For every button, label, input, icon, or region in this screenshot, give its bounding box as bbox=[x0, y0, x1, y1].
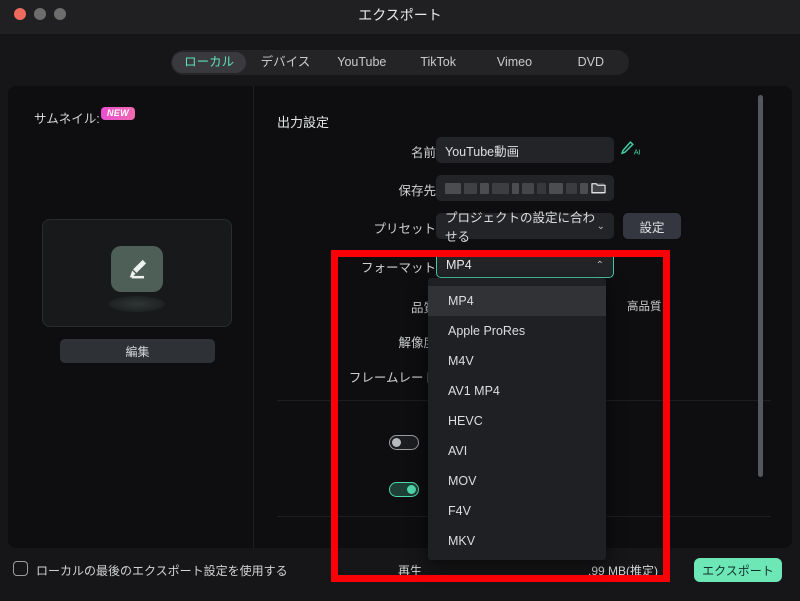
thumbnail-reflection bbox=[109, 296, 165, 312]
toggle-knob bbox=[407, 485, 416, 494]
preset-select[interactable]: プロジェクトの設定に合わせる ⌄ bbox=[436, 211, 614, 244]
tab-device[interactable]: デバイス bbox=[248, 52, 322, 73]
format-label: フォーマット bbox=[360, 261, 436, 275]
new-badge: NEW bbox=[101, 107, 135, 120]
dropdown-option-avi[interactable]: AVI bbox=[428, 436, 606, 466]
save-location-row: 保存先 bbox=[255, 175, 792, 203]
output-settings-title: 出力設定 bbox=[277, 115, 330, 130]
thumbnail-preview[interactable] bbox=[42, 219, 232, 327]
tab-bar: ローカル デバイス YouTube TikTok Vimeo DVD bbox=[171, 50, 629, 75]
thumbnail-label: サムネイル: bbox=[34, 112, 100, 126]
save-location-label: 保存先 bbox=[398, 184, 436, 198]
tab-local[interactable]: ローカル bbox=[172, 52, 247, 73]
dropdown-option-av1-mp4[interactable]: AV1 MP4 bbox=[428, 376, 606, 406]
pencil-icon bbox=[111, 246, 163, 292]
edit-thumbnail-button[interactable]: 編集 bbox=[60, 339, 215, 363]
window-title: エクスポート bbox=[358, 7, 442, 23]
framerate-label: フレームレート bbox=[348, 371, 436, 385]
dropdown-option-f4v[interactable]: F4V bbox=[428, 496, 606, 526]
preset-settings-button[interactable]: 設定 bbox=[623, 213, 681, 239]
dropdown-option-hevc[interactable]: HEVC bbox=[428, 406, 606, 436]
preset-row: プリセット プロジェクトの設定に合わせる ⌄ 設定 bbox=[255, 211, 792, 244]
quality-high-label: 高品質 bbox=[627, 301, 662, 313]
tab-youtube[interactable]: YouTube bbox=[325, 52, 399, 73]
title-bar: エクスポート bbox=[0, 0, 800, 34]
export-button[interactable]: エクスポート bbox=[694, 558, 782, 582]
use-last-export-settings-label: ローカルの最後のエクスポート設定を使用する bbox=[36, 564, 288, 578]
dropdown-option-mkv[interactable]: MKV bbox=[428, 526, 606, 556]
play-duration-label: 再生 bbox=[398, 564, 423, 578]
redacted-path bbox=[445, 182, 604, 194]
chevron-up-icon: ⌃ bbox=[595, 259, 604, 271]
chevron-down-icon: ⌄ bbox=[596, 220, 605, 232]
dropdown-option-mov[interactable]: MOV bbox=[428, 466, 606, 496]
estimated-size-label: .99 MB(推定) bbox=[588, 564, 659, 578]
dropdown-option-apple-prores[interactable]: Apple ProRes bbox=[428, 316, 606, 346]
tab-vimeo[interactable]: Vimeo bbox=[477, 52, 551, 73]
thumbnail-panel: サムネイル: NEW 編集 bbox=[8, 86, 254, 548]
tab-dvd[interactable]: DVD bbox=[554, 52, 628, 73]
save-location-input[interactable] bbox=[436, 175, 614, 201]
dropdown-option-m4v[interactable]: M4V bbox=[428, 346, 606, 376]
toggle-knob bbox=[392, 438, 401, 447]
use-last-export-settings-checkbox[interactable] bbox=[13, 561, 28, 576]
format-row: フォーマット MP4 ⌃ bbox=[255, 252, 792, 280]
preset-label: プリセット bbox=[373, 222, 436, 236]
ai-pen-icon[interactable]: AI bbox=[617, 139, 643, 159]
dropdown-top-padding bbox=[428, 278, 606, 286]
tab-tiktok[interactable]: TikTok bbox=[401, 52, 475, 73]
format-dropdown-menu[interactable]: MP4 Apple ProRes M4V AV1 MP4 HEVC AVI MO… bbox=[428, 278, 606, 560]
preset-value: プロジェクトの設定に合わせる bbox=[445, 211, 596, 244]
content-card: サムネイル: NEW 編集 出力設定 名前 YouTube動画 AI 保存先 プ… bbox=[8, 86, 792, 548]
format-value: MP4 bbox=[446, 258, 472, 272]
name-row: 名前 YouTube動画 AI bbox=[255, 137, 792, 165]
export-dialog: エクスポート ローカル デバイス YouTube TikTok Vimeo DV… bbox=[0, 0, 800, 601]
format-select[interactable]: MP4 ⌃ bbox=[436, 252, 614, 278]
svg-text:AI: AI bbox=[634, 148, 641, 157]
toggle-switch-2[interactable] bbox=[389, 482, 419, 497]
name-input[interactable]: YouTube動画 bbox=[436, 137, 614, 163]
vertical-scrollbar[interactable] bbox=[758, 95, 763, 477]
folder-icon[interactable] bbox=[591, 181, 606, 197]
name-label: 名前 bbox=[410, 146, 436, 160]
dropdown-option-mp4[interactable]: MP4 bbox=[428, 286, 606, 316]
toggle-switch-1[interactable] bbox=[389, 435, 419, 450]
